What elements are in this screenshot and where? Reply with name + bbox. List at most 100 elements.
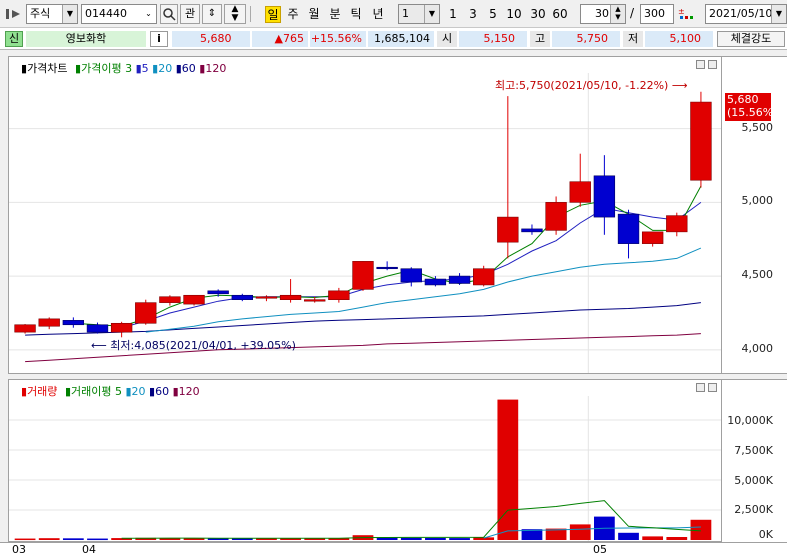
volume-bar: [618, 532, 639, 540]
spin-icon[interactable]: ▲ ▼: [610, 5, 625, 23]
divider: [250, 6, 251, 22]
x-label: 04: [82, 543, 96, 556]
volume-bar: [38, 538, 60, 540]
period-tick[interactable]: 틱: [348, 6, 364, 23]
period-minute[interactable]: 분: [327, 6, 343, 23]
candle-body: [400, 268, 422, 283]
candle-body: [231, 294, 253, 300]
candle-body: [14, 324, 36, 333]
price-y-axis: 5,680 (15.56%) 5,500 5,000 4,500 4,000: [722, 56, 787, 374]
chevron-down-icon[interactable]: ▼: [771, 5, 786, 23]
arrow-left-icon: ⟵: [91, 339, 107, 352]
interval-3[interactable]: 3: [466, 6, 480, 23]
scroll-icon[interactable]: ⇕: [202, 4, 222, 24]
y-label: 5,000K: [734, 474, 773, 487]
high-value: 5,750: [552, 31, 620, 47]
adjust-icon[interactable]: ±: [677, 6, 695, 22]
interval-1[interactable]: 1: [446, 6, 460, 23]
code-input[interactable]: 014440 ⌄: [81, 4, 157, 24]
y-label: 2,500K: [734, 503, 773, 516]
volume-bar: [449, 538, 470, 540]
interval-select-value: 1: [402, 7, 409, 20]
interval-30[interactable]: 30: [528, 6, 548, 23]
candle-body: [545, 202, 567, 231]
y-label: 0K: [758, 528, 773, 541]
total-count-input[interactable]: 300: [640, 4, 674, 24]
open-value: 5,150: [459, 31, 527, 47]
y-label: 7,500K: [734, 444, 773, 457]
y-label: 5,500: [741, 121, 774, 134]
period-month[interactable]: 월: [306, 6, 322, 23]
volume-bar: [642, 536, 664, 540]
candle-body: [62, 320, 85, 326]
toolbar: 주식 ▼ 014440 ⌄ 관 ⇕ ▲ ▼ 일 주 월 분 틱 년 1 ▼ 1 3…: [0, 0, 787, 28]
period-day[interactable]: 일: [265, 6, 281, 23]
low-annotation-text: 최저:4,085(2021/04/01, +39.05%): [110, 339, 296, 352]
candle-body: [593, 175, 616, 218]
candle-body: [352, 261, 374, 290]
candle-body: [569, 181, 591, 203]
high-annotation: 최고:5,750(2021/05/10, -1.22%) ⟶: [495, 77, 688, 93]
candle-body: [207, 290, 229, 295]
quote-bar: 신 영보화학 i 5,680 ▲765 +15.56% 1,685,104 시 …: [0, 28, 787, 50]
strength-button[interactable]: 체결강도: [717, 31, 785, 47]
candle-body: [328, 290, 350, 300]
chart-type-icon[interactable]: [6, 7, 22, 21]
price-chart-panel[interactable]: ▮가격차트 ▮가격이평 3 ▮5 ▮20 ▮60 ▮120 최고:5,750(2…: [8, 56, 722, 374]
candle-body: [666, 215, 688, 233]
interval-select[interactable]: 1 ▼: [398, 4, 440, 24]
volume-chart-svg: [9, 396, 721, 541]
low-annotation: ⟵ 최저:4,085(2021/04/01, +39.05%): [91, 337, 296, 353]
candle-body: [135, 302, 157, 324]
price-change: ▲765: [252, 31, 308, 47]
info-button[interactable]: i: [150, 31, 168, 47]
candle-body: [279, 294, 302, 300]
display-count-input[interactable]: 30 ▲ ▼: [580, 4, 626, 24]
current-price-tag-pct: (15.56%): [727, 106, 778, 119]
current-price-tag: 5,680 (15.56%): [725, 93, 778, 121]
low-value: 5,100: [645, 31, 713, 47]
y-label: 5,000: [741, 194, 774, 207]
stepper-icon[interactable]: ▲ ▼: [224, 4, 246, 24]
date-select[interactable]: 2021/05/10 ▼: [705, 4, 787, 24]
code-input-value: 014440: [85, 7, 127, 20]
arrow-right-icon: ⟶: [671, 79, 688, 92]
period-week[interactable]: 주: [285, 6, 301, 23]
volume-bar: [690, 519, 712, 540]
volume-bar: [400, 537, 422, 540]
price-chart-svg: [9, 73, 721, 373]
price-change-pct: +15.56%: [310, 31, 366, 47]
total-count-value: 300: [644, 7, 665, 20]
volume-bar: [569, 524, 591, 540]
interval-60[interactable]: 60: [550, 6, 570, 23]
candle-body: [641, 231, 664, 244]
chevron-down-icon[interactable]: ⌄: [141, 5, 156, 23]
volume-chart-panel[interactable]: ▮거래량 ▮거래이평 5 ▮20 ▮60 ▮120: [8, 379, 722, 542]
candle-body: [690, 101, 712, 181]
low-label: 저: [623, 31, 643, 47]
x-label: 03: [12, 543, 26, 556]
credit-badge: 신: [5, 31, 23, 47]
candle-body: [424, 278, 447, 286]
market-select[interactable]: 주식 ▼: [26, 4, 78, 24]
slash-separator: /: [630, 6, 635, 20]
candle-body: [86, 324, 109, 333]
candle-body: [448, 275, 471, 284]
date-value: 2021/05/10: [709, 7, 773, 20]
volume-bar: [14, 538, 36, 541]
period-year[interactable]: 년: [370, 6, 386, 23]
search-icon[interactable]: [160, 4, 178, 24]
chevron-down-icon[interactable]: ▼: [62, 5, 77, 23]
candle-body: [521, 228, 543, 233]
volume-bar: [666, 537, 688, 540]
chevron-down-icon[interactable]: ▼: [424, 5, 439, 23]
candle-body: [110, 322, 133, 333]
candle-body: [376, 266, 398, 270]
volume-bar: [183, 538, 205, 540]
related-button[interactable]: 관: [180, 4, 200, 24]
candle-body: [497, 216, 519, 243]
interval-5[interactable]: 5: [486, 6, 500, 23]
interval-10[interactable]: 10: [504, 6, 524, 23]
svg-text:±: ±: [678, 7, 685, 16]
candle-body: [304, 299, 326, 302]
